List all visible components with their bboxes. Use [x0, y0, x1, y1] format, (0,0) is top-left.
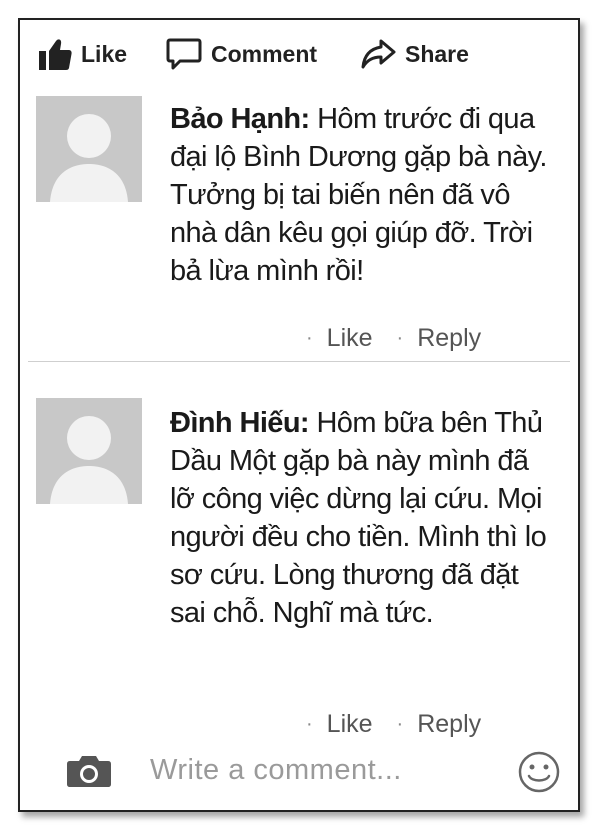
like-action-label: Like — [81, 40, 128, 67]
default-avatar-icon — [36, 398, 142, 504]
comment-like-link[interactable]: Like — [327, 710, 373, 739]
avatar[interactable] — [36, 96, 142, 202]
separator-dot: · — [396, 327, 404, 349]
comment-text: Hôm bữa bên Thủ Dầu Một gặp bà này mình … — [170, 407, 547, 629]
thumbs-up-icon — [39, 39, 72, 70]
camera-icon — [67, 756, 111, 787]
comment-reply-link[interactable]: Reply — [417, 710, 481, 739]
separator-dot: · — [306, 327, 313, 349]
camera-button[interactable] — [66, 754, 112, 793]
share-action-button[interactable]: Share — [360, 36, 469, 72]
like-action-button[interactable]: Like — [38, 36, 127, 72]
avatar[interactable] — [36, 398, 142, 504]
emoji-button[interactable] — [517, 750, 561, 799]
comment-body: Bảo Hạnh: Hôm trước đi qua đại lộ Bình D… — [170, 100, 550, 290]
default-avatar-icon — [36, 96, 142, 202]
comment-reply-link[interactable]: Reply — [417, 324, 481, 353]
comment-author[interactable]: Bảo Hạnh: — [170, 103, 310, 135]
comment-action-button[interactable]: Comment — [166, 36, 317, 72]
comment-divider — [28, 361, 570, 362]
smiley-icon — [518, 751, 560, 793]
write-comment-input[interactable] — [150, 750, 490, 790]
comment-author[interactable]: Đình Hiếu: — [170, 407, 310, 439]
comment-actions: · Like · Reply — [306, 710, 481, 739]
separator-dot: · — [306, 713, 313, 735]
share-action-label: Share — [405, 40, 469, 67]
comment-body: Đình Hiếu: Hôm bữa bên Thủ Dầu Một gặp b… — [170, 404, 550, 632]
separator-dot: · — [396, 713, 404, 735]
share-arrow-icon — [361, 39, 396, 69]
speech-bubble-icon — [166, 38, 202, 70]
comment-composer — [20, 740, 578, 800]
comment-action-label: Comment — [211, 40, 318, 67]
comment-panel: Like Comment Share Bảo Hạnh: Hôm trước đ… — [18, 18, 580, 812]
comment-actions: · Like · Reply — [306, 324, 481, 353]
action-bar: Like Comment Share — [20, 20, 578, 88]
comment-like-link[interactable]: Like — [327, 324, 373, 353]
